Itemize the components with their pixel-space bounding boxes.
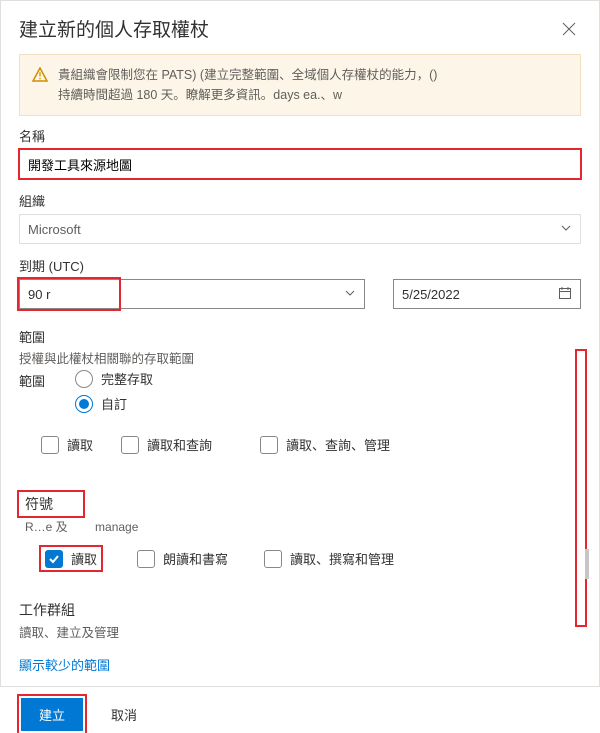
- task-group-title: 工作群組: [19, 600, 581, 620]
- scope-column-label: 範圍: [19, 369, 63, 390]
- checkbox-read-query[interactable]: 讀取和查詢: [121, 435, 212, 454]
- warning-icon: [32, 67, 48, 105]
- organization-value: Microsoft: [28, 222, 81, 237]
- checkbox-icon: [121, 436, 139, 454]
- close-icon: [561, 21, 577, 37]
- expires-date-value: 5/25/2022: [402, 287, 460, 302]
- checkbox-symbols-readwrite-label: 朗讀和書寫: [163, 549, 228, 568]
- scope-heading: 範圍: [19, 327, 581, 346]
- checkbox-read-query-manage-label: 讀取、查詢、管理: [286, 435, 390, 454]
- expires-duration-value: 90 r: [28, 287, 50, 302]
- checkbox-symbols-read-label: 讀取: [71, 549, 97, 568]
- scrollbar-thumb[interactable]: [585, 549, 589, 579]
- checkbox-icon: [137, 550, 155, 568]
- checkbox-read-query-label: 讀取和查詢: [147, 435, 212, 454]
- dialog-title: 建立新的個人存取權杖: [19, 15, 209, 42]
- checkbox-icon: [264, 550, 282, 568]
- create-button[interactable]: 建立: [21, 698, 83, 731]
- radio-custom[interactable]: 自訂: [75, 394, 581, 413]
- symbols-sub-right: manage: [95, 520, 138, 534]
- radio-custom-label: 自訂: [101, 394, 127, 413]
- warning-banner: 貴組織會限制您在 PATS) (建立完整範圍、全域個人存權杖的能力，() 持續時…: [19, 54, 581, 116]
- label-name: 名稱: [19, 126, 581, 145]
- expires-duration-select[interactable]: 90 r: [19, 279, 365, 309]
- scopes-scrollbar-highlight: [575, 349, 587, 627]
- calendar-icon: [558, 286, 572, 303]
- expires-date-input[interactable]: 5/25/2022: [393, 279, 581, 309]
- checkbox-icon: [45, 550, 63, 568]
- banner-line-1: 貴組織會限制您在 PATS) (建立完整範圍、全域個人存權杖的能力，(): [58, 65, 437, 85]
- radio-icon: [75, 370, 93, 388]
- show-fewer-scopes-link[interactable]: 顯示較少的範圍: [19, 655, 581, 674]
- radio-icon: [75, 395, 93, 413]
- chevron-down-icon: [560, 222, 572, 237]
- label-expires: 到期 (UTC): [19, 256, 581, 275]
- chevron-down-icon: [344, 287, 356, 302]
- checkbox-symbols-readwrite[interactable]: 朗讀和書寫: [137, 549, 228, 568]
- scope-description: 授權與此權杖相關聯的存取範圍: [19, 348, 581, 367]
- checkbox-icon: [41, 436, 59, 454]
- checkbox-symbols-read[interactable]: 讀取: [45, 549, 97, 568]
- cancel-button[interactable]: 取消: [103, 698, 145, 731]
- checkbox-read-query-manage[interactable]: 讀取、查詢、管理: [260, 435, 390, 454]
- close-button[interactable]: [557, 17, 581, 41]
- name-input[interactable]: [19, 149, 581, 179]
- organization-select[interactable]: Microsoft: [19, 214, 581, 244]
- checkbox-symbols-manage-label: 讀取、撰寫和管理: [290, 549, 394, 568]
- symbols-read-highlight: 讀取: [41, 547, 101, 570]
- radio-full-access[interactable]: 完整存取: [75, 369, 581, 388]
- create-button-highlight: 建立: [19, 696, 85, 733]
- radio-full-label: 完整存取: [101, 369, 153, 388]
- checkbox-icon: [260, 436, 278, 454]
- checkbox-symbols-manage[interactable]: 讀取、撰寫和管理: [264, 549, 394, 568]
- checkbox-read-label: 讀取: [67, 435, 93, 454]
- label-organization: 組織: [19, 191, 581, 210]
- banner-line-2: 持續時間超過 180 天。瞭解更多資訊。days ea.、w: [58, 85, 437, 105]
- symbols-sub-left: R…e 及: [25, 520, 68, 534]
- task-group-sub: 讀取、建立及管理: [19, 622, 581, 641]
- checkbox-read[interactable]: 讀取: [41, 435, 93, 454]
- symbols-section-title: 符號: [19, 492, 83, 516]
